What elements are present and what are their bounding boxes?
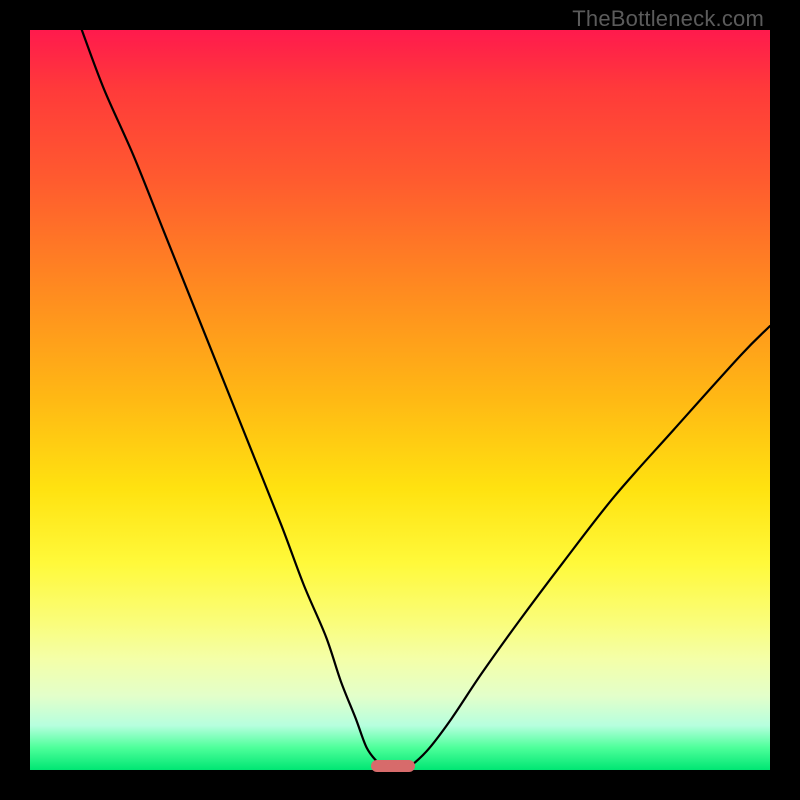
chart-frame [30, 30, 770, 770]
bottleneck-curve [30, 30, 770, 770]
optimum-marker [371, 760, 415, 772]
watermark-text: TheBottleneck.com [572, 6, 764, 32]
